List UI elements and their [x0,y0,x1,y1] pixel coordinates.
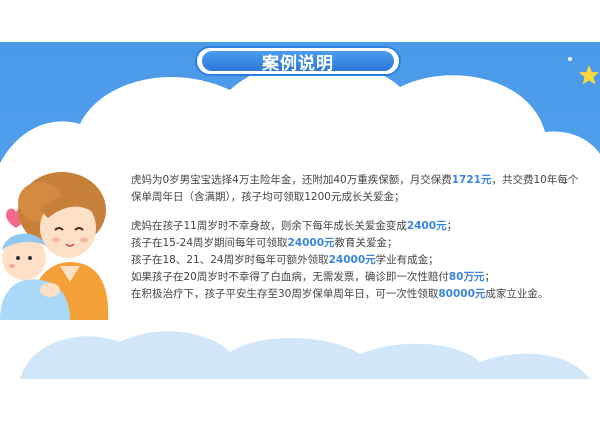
title-pill: 案例说明 [195,46,401,76]
sparkle-icon [568,57,572,61]
case-description: 虎妈为0岁男宝宝选择4万主险年金，还附加40万重疾保额，月交保费1721元，共交… [131,172,586,303]
benefit-line: 孩子在18、21、24周岁时每年可额外领取24000元学业有成金； [131,254,439,266]
benefit-line: 孩子在15-24周岁期间每年可领取24000元教育关爱金； [131,237,398,249]
benefit-amount: 24000元 [287,237,335,249]
intro-paragraph: 虎妈为0岁男宝宝选择4万主险年金，还附加40万重疾保额，月交保费1721元，共交… [131,172,586,206]
benefit-line: 在积极治疗下，孩子平安生存至30周岁保单周年日，可一次性领取80000元成家立业… [131,288,549,300]
benefit-amount: 24000元 [328,254,376,266]
benefit-amount: 80000元 [438,288,486,300]
benefit-amount: 2400元 [406,220,447,232]
intro-text: 虎妈为0岁男宝宝选择4万主险年金，还附加40万重疾保额，月交保费 [131,174,452,186]
monthly-premium: 1721元 [451,174,492,186]
page-title: 案例说明 [202,51,394,74]
mother-baby-illustration [0,172,109,320]
star-decoration-icon [579,65,599,85]
benefit-line: 如果孩子在20周岁时不幸得了白血病，无需发票，确诊即一次性赔付80万元； [131,271,495,283]
benefit-amount: 80万元 [448,271,485,283]
benefit-line: 虎妈在孩子11周岁时不幸身故，则余下每年成长关爱金变成2400元； [131,220,458,232]
